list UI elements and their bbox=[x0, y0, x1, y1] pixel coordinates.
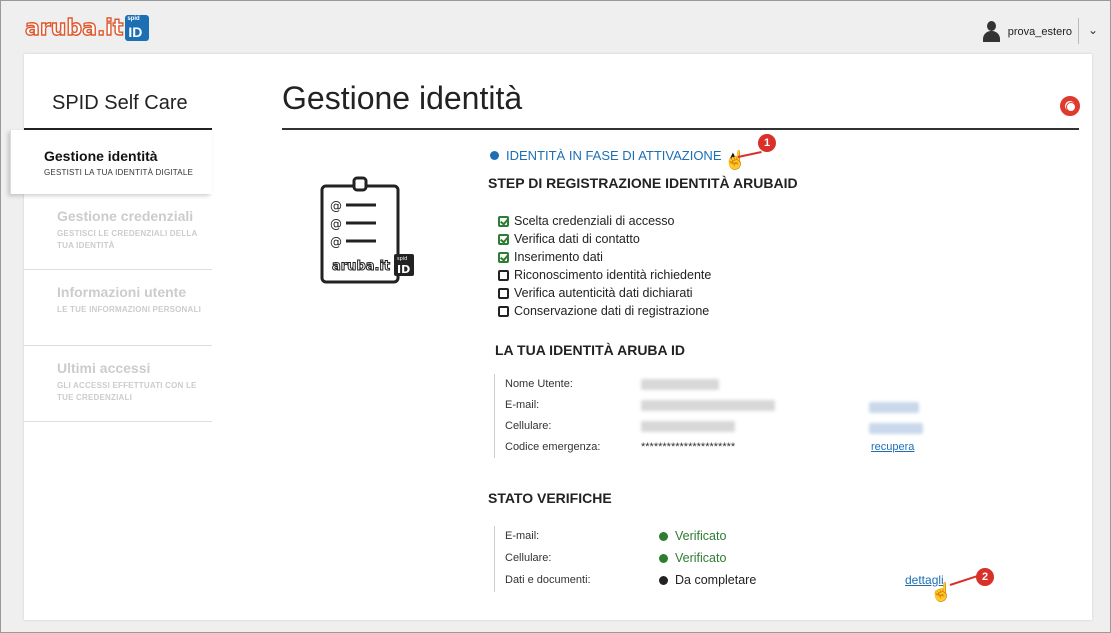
redacted-link[interactable] bbox=[869, 402, 919, 413]
page-title: Gestione identità bbox=[282, 80, 523, 116]
table-row: Dati e documenti: Da completare dettagli bbox=[495, 570, 954, 592]
step-item: Riconoscimento identità richiedente bbox=[498, 266, 711, 284]
status-dot bbox=[659, 531, 668, 541]
table-row: Cellulare: bbox=[495, 416, 954, 437]
verify-heading: STATO VERIFICHE bbox=[488, 490, 612, 506]
identity-table: Nome Utente: E-mail: Cellulare: Codice e… bbox=[494, 374, 954, 458]
hand-cursor-icon: ☝ bbox=[724, 150, 747, 170]
checked-icon bbox=[498, 233, 509, 245]
top-bar: aruba.it spid ID prova_estero ⌄ bbox=[1, 1, 1110, 53]
user-icon bbox=[982, 21, 1000, 43]
checked-icon bbox=[498, 215, 509, 227]
sidebar-item-gestione-credenziali[interactable]: Gestione credenziali GESTISCI LE CREDENZ… bbox=[24, 194, 212, 270]
table-row: Codice emergenza: **********************… bbox=[495, 437, 954, 458]
aruba-logo[interactable]: aruba.it spid ID bbox=[24, 13, 150, 43]
redacted-value bbox=[641, 400, 775, 411]
verify-status: Verificato bbox=[659, 551, 726, 565]
user-menu-divider bbox=[1078, 18, 1079, 44]
unchecked-icon bbox=[498, 287, 509, 299]
row-key: Codice emergenza: bbox=[505, 441, 601, 453]
table-row: E-mail: bbox=[495, 395, 954, 416]
unchecked-icon bbox=[498, 269, 509, 281]
step-item: Scelta credenziali di accesso bbox=[498, 212, 711, 230]
sidebar-item-subtitle: GESTISTI LA TUA IDENTITÀ DIGITALE bbox=[44, 168, 194, 177]
table-row: Nome Utente: bbox=[495, 374, 954, 395]
user-menu[interactable]: prova_estero bbox=[982, 21, 1072, 43]
status-dot bbox=[490, 151, 499, 160]
sidebar-item-gestione-identita[interactable]: Gestione identità GESTISTI LA TUA IDENTI… bbox=[10, 130, 212, 194]
verify-status: Verificato bbox=[659, 529, 726, 543]
sidebar-item-label: Ultimi accessi bbox=[57, 360, 151, 376]
redacted-value bbox=[641, 421, 735, 432]
svg-text:@: @ bbox=[330, 217, 342, 231]
status-dot bbox=[659, 575, 668, 585]
chevron-down-icon[interactable]: ⌄ bbox=[1088, 23, 1098, 37]
recupera-link[interactable]: recupera bbox=[871, 441, 914, 453]
svg-text:@: @ bbox=[330, 235, 342, 249]
svg-text:@: @ bbox=[330, 199, 342, 213]
spid-id-badge: spid ID bbox=[125, 15, 150, 41]
lifebuoy-help-icon[interactable] bbox=[1060, 96, 1080, 116]
svg-text:aruba.it: aruba.it bbox=[332, 259, 390, 274]
callout-arrow bbox=[949, 574, 979, 586]
table-row: Cellulare: Verificato bbox=[495, 548, 954, 570]
step-item: Verifica dati di contatto bbox=[498, 230, 711, 248]
sidebar-item-subtitle: GESTISCI LE CREDENZIALI DELLA TUA IDENTI… bbox=[57, 229, 198, 250]
sidebar-item-ultimi-accessi[interactable]: Ultimi accessi GLI ACCESSI EFFETTUATI CO… bbox=[24, 346, 212, 422]
clipboard-icon: @ @ @ aruba.it spid ID bbox=[320, 176, 414, 284]
sidebar-item-subtitle: GLI ACCESSI EFFETTUATI CON LE TUE CREDEN… bbox=[57, 381, 197, 402]
sidebar-item-label: Informazioni utente bbox=[57, 284, 187, 300]
badge-spid-text: spid bbox=[127, 16, 140, 22]
svg-text:ID: ID bbox=[397, 263, 410, 276]
identity-status-toggle[interactable]: IDENTITÀ IN FASE DI ATTIVAZIONE ▲ bbox=[490, 148, 738, 163]
sidebar-item-label: Gestione identità bbox=[44, 148, 158, 164]
verify-status: Da completare bbox=[659, 573, 756, 587]
identity-status-label: IDENTITÀ IN FASE DI ATTIVAZIONE bbox=[506, 148, 722, 163]
row-key: Nome Utente: bbox=[505, 378, 573, 390]
main-panel: SPID Self Care Gestione identità GESTIST… bbox=[10, 54, 1092, 620]
verify-table: E-mail: Verificato Cellulare: Verificato… bbox=[494, 526, 954, 592]
redacted-link[interactable] bbox=[869, 423, 923, 434]
title-divider bbox=[282, 128, 1079, 130]
step-item: Inserimento dati bbox=[498, 248, 711, 266]
row-key: Cellulare: bbox=[505, 420, 552, 432]
step-item: Conservazione dati di registrazione bbox=[498, 302, 711, 320]
sidebar-item-label: Gestione credenziali bbox=[57, 208, 194, 224]
emergency-code-masked: ********************** bbox=[641, 441, 736, 453]
sidebar-item-informazioni-utente[interactable]: Informazioni utente LE TUE INFORMAZIONI … bbox=[24, 270, 212, 346]
sidebar-item-subtitle: LE TUE INFORMAZIONI PERSONALI bbox=[57, 305, 202, 314]
username: prova_estero bbox=[1007, 26, 1072, 38]
badge-id-text: ID bbox=[128, 24, 143, 40]
row-key: Dati e documenti: bbox=[505, 574, 591, 586]
table-row: E-mail: Verificato bbox=[495, 526, 954, 548]
logo-text: aruba.it bbox=[24, 15, 124, 41]
row-key: E-mail: bbox=[505, 530, 540, 542]
redacted-value bbox=[641, 379, 719, 390]
callout-badge-2: 2 bbox=[976, 568, 994, 586]
row-key: E-mail: bbox=[505, 399, 540, 411]
svg-text:spid: spid bbox=[397, 256, 407, 262]
checked-icon bbox=[498, 251, 509, 263]
steps-list: Scelta credenziali di accesso Verifica d… bbox=[498, 212, 711, 320]
sidebar-title: SPID Self Care bbox=[52, 92, 188, 114]
unchecked-icon bbox=[498, 305, 509, 317]
step-item: Verifica autenticità dati dichiarati bbox=[498, 284, 711, 302]
callout-badge-1: 1 bbox=[758, 134, 776, 152]
status-dot bbox=[659, 553, 668, 563]
row-key: Cellulare: bbox=[505, 552, 552, 564]
steps-heading: STEP DI REGISTRAZIONE IDENTITÀ ARUBAID bbox=[488, 175, 798, 191]
identity-heading: LA TUA IDENTITÀ ARUBA ID bbox=[495, 342, 686, 358]
